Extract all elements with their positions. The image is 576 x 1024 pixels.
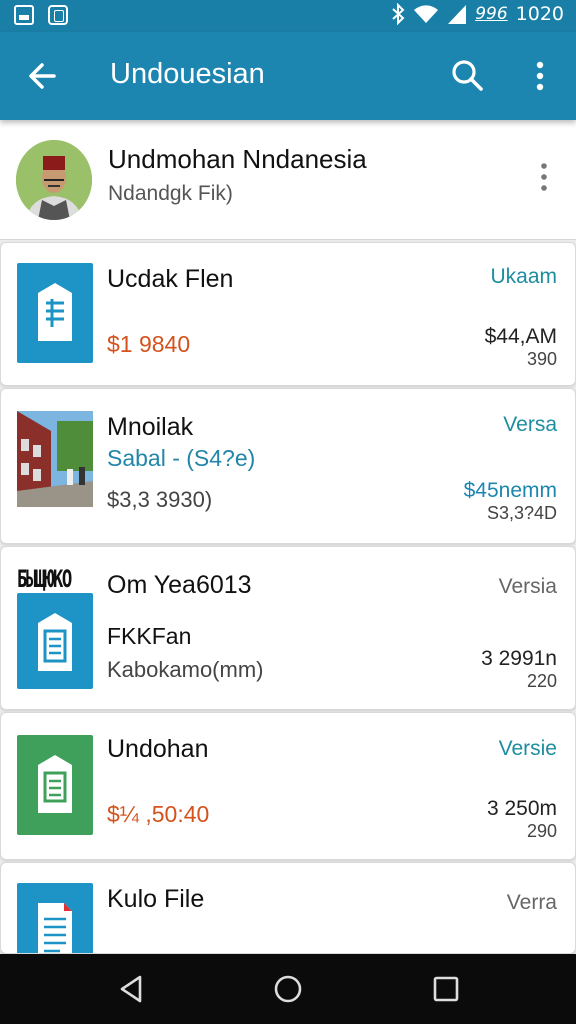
item-amount: 3 2991n <box>481 647 557 670</box>
item-amount-sub: 390 <box>526 349 557 369</box>
item-title: Om Yea6013 <box>107 571 252 599</box>
item-title: Ucdak Flen <box>107 265 234 293</box>
item-title: Mnoilak <box>107 413 194 441</box>
item-badge: Verra <box>506 891 557 914</box>
item-badge: Versia <box>498 575 557 598</box>
item-subtitle: Sabal - (S4?e) <box>107 445 256 471</box>
item-amount: $45nemm <box>463 479 557 502</box>
nav-home-icon[interactable] <box>271 972 305 1006</box>
item-amount-sub: 290 <box>526 821 557 841</box>
nav-back-icon[interactable] <box>114 972 148 1006</box>
navigation-bar <box>0 954 576 1024</box>
profile-more-icon[interactable] <box>532 160 556 194</box>
list-item[interactable]: Mnoilak Sabal - (S4?e) $3,3 3930) Versa … <box>0 388 576 544</box>
item-subtitle: FKKFan <box>107 623 192 649</box>
item-badge: Versie <box>498 737 557 760</box>
signal-icon <box>448 5 467 24</box>
clock: 1020 <box>515 3 564 25</box>
battery-level: 996 <box>475 4 508 24</box>
profile-name: Undmohan Nndanesia <box>108 144 367 174</box>
arrow-back-icon[interactable] <box>24 58 64 94</box>
avatar[interactable] <box>16 140 92 220</box>
list-item[interactable]: Undohan $¼ ,50:40 Versie 3 250m 290 <box>0 712 576 860</box>
gallery-icon <box>14 5 34 25</box>
status-bar: 996 1020 <box>0 0 576 32</box>
item-amount: $44,AM <box>484 325 557 348</box>
item-amount: 3 250m <box>486 797 557 820</box>
item-amount-sub: 220 <box>526 671 557 691</box>
profile-subtitle: Ndandgk Fik) <box>108 182 233 205</box>
item-price: $¼ ,50:40 <box>107 801 210 827</box>
document-icon <box>17 263 93 363</box>
profile-header[interactable]: Undmohan Nndanesia Ndandgk Fik) <box>0 120 576 240</box>
list-item[interactable]: БЫЩЮКО Om Yea6013 FKKFan Kabokamo(mm) Ve… <box>0 546 576 710</box>
item-stamp: БЫЩЮКО <box>17 565 72 593</box>
more-vert-icon[interactable] <box>528 58 552 94</box>
bluetooth-icon <box>392 3 405 25</box>
photo-thumbnail <box>17 411 93 507</box>
item-badge: Ukaam <box>490 265 557 288</box>
nav-recents-icon[interactable] <box>429 972 463 1006</box>
document-icon <box>17 593 93 689</box>
item-price: $1 9840 <box>107 331 191 357</box>
item-title: Undohan <box>107 735 209 763</box>
item-amount-sub: S3,3?4D <box>486 503 557 523</box>
list-item[interactable]: Ucdak Flen $1 9840 Ukaam $44,AM 390 <box>0 242 576 386</box>
app-icon <box>48 5 68 25</box>
search-icon[interactable] <box>450 58 486 94</box>
item-detail: Kabokamo(mm) <box>107 657 264 682</box>
file-icon <box>17 883 93 953</box>
document-icon <box>17 735 93 835</box>
list-item[interactable]: Kulo File Verra <box>0 862 576 954</box>
item-title: Kulo File <box>107 885 205 913</box>
wifi-icon <box>414 5 439 23</box>
item-price: $3,3 3930) <box>107 487 213 512</box>
item-badge: Versa <box>503 413 557 436</box>
app-bar-title: Undouesian <box>110 58 265 90</box>
app-bar: Undouesian <box>0 32 576 120</box>
